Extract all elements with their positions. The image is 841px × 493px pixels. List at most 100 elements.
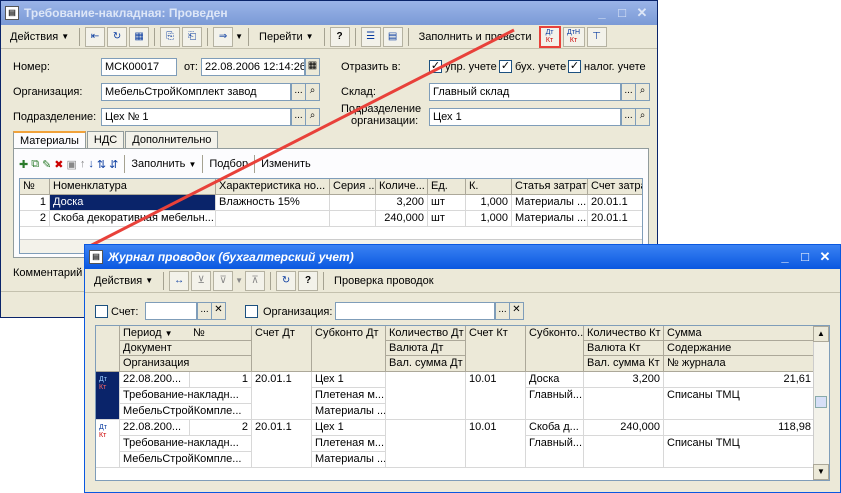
sklad-field[interactable]: Главный склад: [429, 83, 621, 101]
org-field[interactable]: МебельСтройКомплект завод: [101, 83, 291, 101]
structure-icon[interactable]: ▤: [382, 26, 403, 47]
main-titlebar[interactable]: ▤ Требование-накладная: Проведен _ □ ✕: [1, 1, 657, 25]
column-header[interactable]: Количе...: [376, 179, 428, 195]
column-header-schet-dt[interactable]: Счет Дт: [252, 326, 312, 372]
select-button[interactable]: ...: [621, 108, 636, 126]
column-header[interactable]: Характеристика но...: [216, 179, 330, 195]
refresh-icon[interactable]: ↻: [107, 26, 128, 47]
scroll-up-icon[interactable]: ▲: [813, 326, 829, 342]
column-header-kol-kt[interactable]: Количество Кт: [584, 326, 664, 341]
dt-kt-icon[interactable]: Дт Кт: [538, 25, 561, 48]
actions-menu[interactable]: Действия ▼: [89, 272, 158, 290]
tab-additional[interactable]: Дополнительно: [125, 131, 219, 149]
copy-row-icon[interactable]: ⧉: [31, 158, 39, 171]
list-icon[interactable]: ☰: [360, 26, 381, 47]
scroll-down-icon[interactable]: ▼: [813, 464, 829, 480]
select-button[interactable]: ...: [621, 83, 636, 101]
delete-row-icon[interactable]: ✖: [54, 158, 63, 171]
goto-menu[interactable]: Перейти ▼: [254, 28, 319, 46]
sort-asc-icon[interactable]: ⇅: [97, 158, 106, 171]
tab-vat[interactable]: НДС: [86, 131, 125, 149]
column-header-soderzh[interactable]: Содержание: [664, 341, 815, 356]
select-button[interactable]: ...: [197, 302, 212, 320]
column-header-valsum-kt[interactable]: Вал. сумма Кт: [584, 356, 664, 372]
scroll-thumb[interactable]: [815, 396, 827, 408]
refresh-icon[interactable]: ↻: [276, 270, 297, 291]
column-header-kol-dt[interactable]: Количество Дт: [386, 326, 466, 341]
journal-titlebar[interactable]: ▤ Журнал проводок (бухгалтерский учет) _…: [85, 245, 840, 269]
tab-materials[interactable]: Материалы: [13, 131, 86, 149]
help-button[interactable]: ?: [329, 26, 350, 47]
column-header[interactable]: Ед.: [428, 179, 466, 195]
actions-menu[interactable]: Действия ▼: [5, 28, 74, 46]
fill-menu[interactable]: Заполнить ▼: [131, 158, 196, 170]
select-button[interactable]: ...: [495, 302, 510, 320]
table-icon[interactable]: ▦: [129, 26, 150, 47]
column-header-num[interactable]: №: [190, 326, 252, 341]
buh-checkbox[interactable]: ✓: [499, 60, 512, 73]
org-checkbox[interactable]: [245, 305, 258, 318]
sort-desc-icon[interactable]: ⇵: [109, 158, 118, 171]
date-field[interactable]: 22.08.2006 12:14:26: [201, 58, 305, 76]
edit-row-icon[interactable]: ✎: [42, 158, 51, 171]
filter-list-icon[interactable]: ⊽: [213, 270, 234, 291]
search-icon[interactable]: ⌕: [635, 108, 650, 126]
move-up-icon[interactable]: ↑: [80, 158, 86, 170]
clear-icon[interactable]: ✕: [211, 302, 226, 320]
search-icon[interactable]: ⌕: [635, 83, 650, 101]
change-button[interactable]: Изменить: [261, 158, 311, 170]
select-button[interactable]: Подбор: [209, 158, 248, 170]
clear-icon[interactable]: ✕: [509, 302, 524, 320]
minimize-icon[interactable]: _: [595, 5, 609, 21]
podr-field[interactable]: Цех № 1: [101, 108, 291, 126]
check-entries-button[interactable]: Проверка проводок: [329, 272, 438, 290]
upr-checkbox[interactable]: ✓: [429, 60, 442, 73]
schet-checkbox[interactable]: [95, 305, 108, 318]
period-icon[interactable]: ↔: [169, 270, 190, 291]
clear-filter-icon[interactable]: ⊼: [245, 270, 266, 291]
column-header-org[interactable]: Организация: [120, 356, 252, 372]
fill-and-post-button[interactable]: Заполнить и провести: [414, 28, 537, 46]
move-down-icon[interactable]: ↓: [88, 158, 94, 170]
column-header-doc[interactable]: Документ: [120, 341, 252, 356]
minimize-icon[interactable]: _: [778, 249, 792, 265]
close-icon[interactable]: ✕: [635, 5, 649, 21]
column-header[interactable]: Статья затрат: [512, 179, 588, 195]
arrow-left-icon[interactable]: ⇤: [85, 26, 106, 47]
search-icon[interactable]: ⌕: [305, 108, 320, 126]
column-header-subk-dt[interactable]: Субконто Дт: [312, 326, 386, 372]
help-button[interactable]: ?: [298, 270, 319, 291]
nalog-checkbox[interactable]: ✓: [568, 60, 581, 73]
column-header[interactable]: №: [20, 179, 50, 195]
column-header-summa[interactable]: Сумма: [664, 326, 815, 341]
maximize-icon[interactable]: □: [798, 249, 812, 265]
column-header-nzh[interactable]: № журнала: [664, 356, 815, 372]
maximize-icon[interactable]: □: [615, 5, 629, 21]
unpost-icon[interactable]: ⎗: [182, 26, 203, 47]
number-field[interactable]: МСК00017: [101, 58, 177, 76]
select-button[interactable]: ...: [291, 108, 306, 126]
column-header-valsum-dt[interactable]: Вал. сумма Дт: [386, 356, 466, 372]
column-header-subk-kt[interactable]: Субконто...: [526, 326, 584, 372]
org-filter-field[interactable]: [335, 302, 495, 320]
settings-icon[interactable]: ⊤: [586, 26, 607, 47]
search-icon[interactable]: ⌕: [305, 83, 320, 101]
column-header[interactable]: Номенклатура: [50, 179, 216, 195]
calendar-icon[interactable]: ▦: [305, 58, 320, 76]
column-header[interactable]: К.: [466, 179, 512, 195]
column-header[interactable]: Серия ...: [330, 179, 376, 195]
podr-org-field[interactable]: Цех 1: [429, 108, 621, 126]
add-row-icon[interactable]: ✚: [19, 158, 28, 171]
column-header-val-kt[interactable]: Валюта Кт: [584, 341, 664, 356]
column-header-val-dt[interactable]: Валюта Дт: [386, 341, 466, 356]
column-header[interactable]: Счет затра: [588, 179, 642, 195]
select-button[interactable]: ...: [291, 83, 306, 101]
filter-icon[interactable]: ⊻: [191, 270, 212, 291]
schet-field[interactable]: [145, 302, 197, 320]
post-icon[interactable]: ⎘: [160, 26, 181, 47]
dt-kt-tax-icon[interactable]: ДтН Кт: [562, 26, 585, 47]
column-header-schet-kt[interactable]: Счет Кт: [466, 326, 526, 372]
end-edit-icon[interactable]: ▣: [67, 158, 77, 171]
based-on-icon[interactable]: ⇒: [213, 26, 234, 47]
vertical-scrollbar[interactable]: ▲ ▼: [813, 326, 829, 480]
